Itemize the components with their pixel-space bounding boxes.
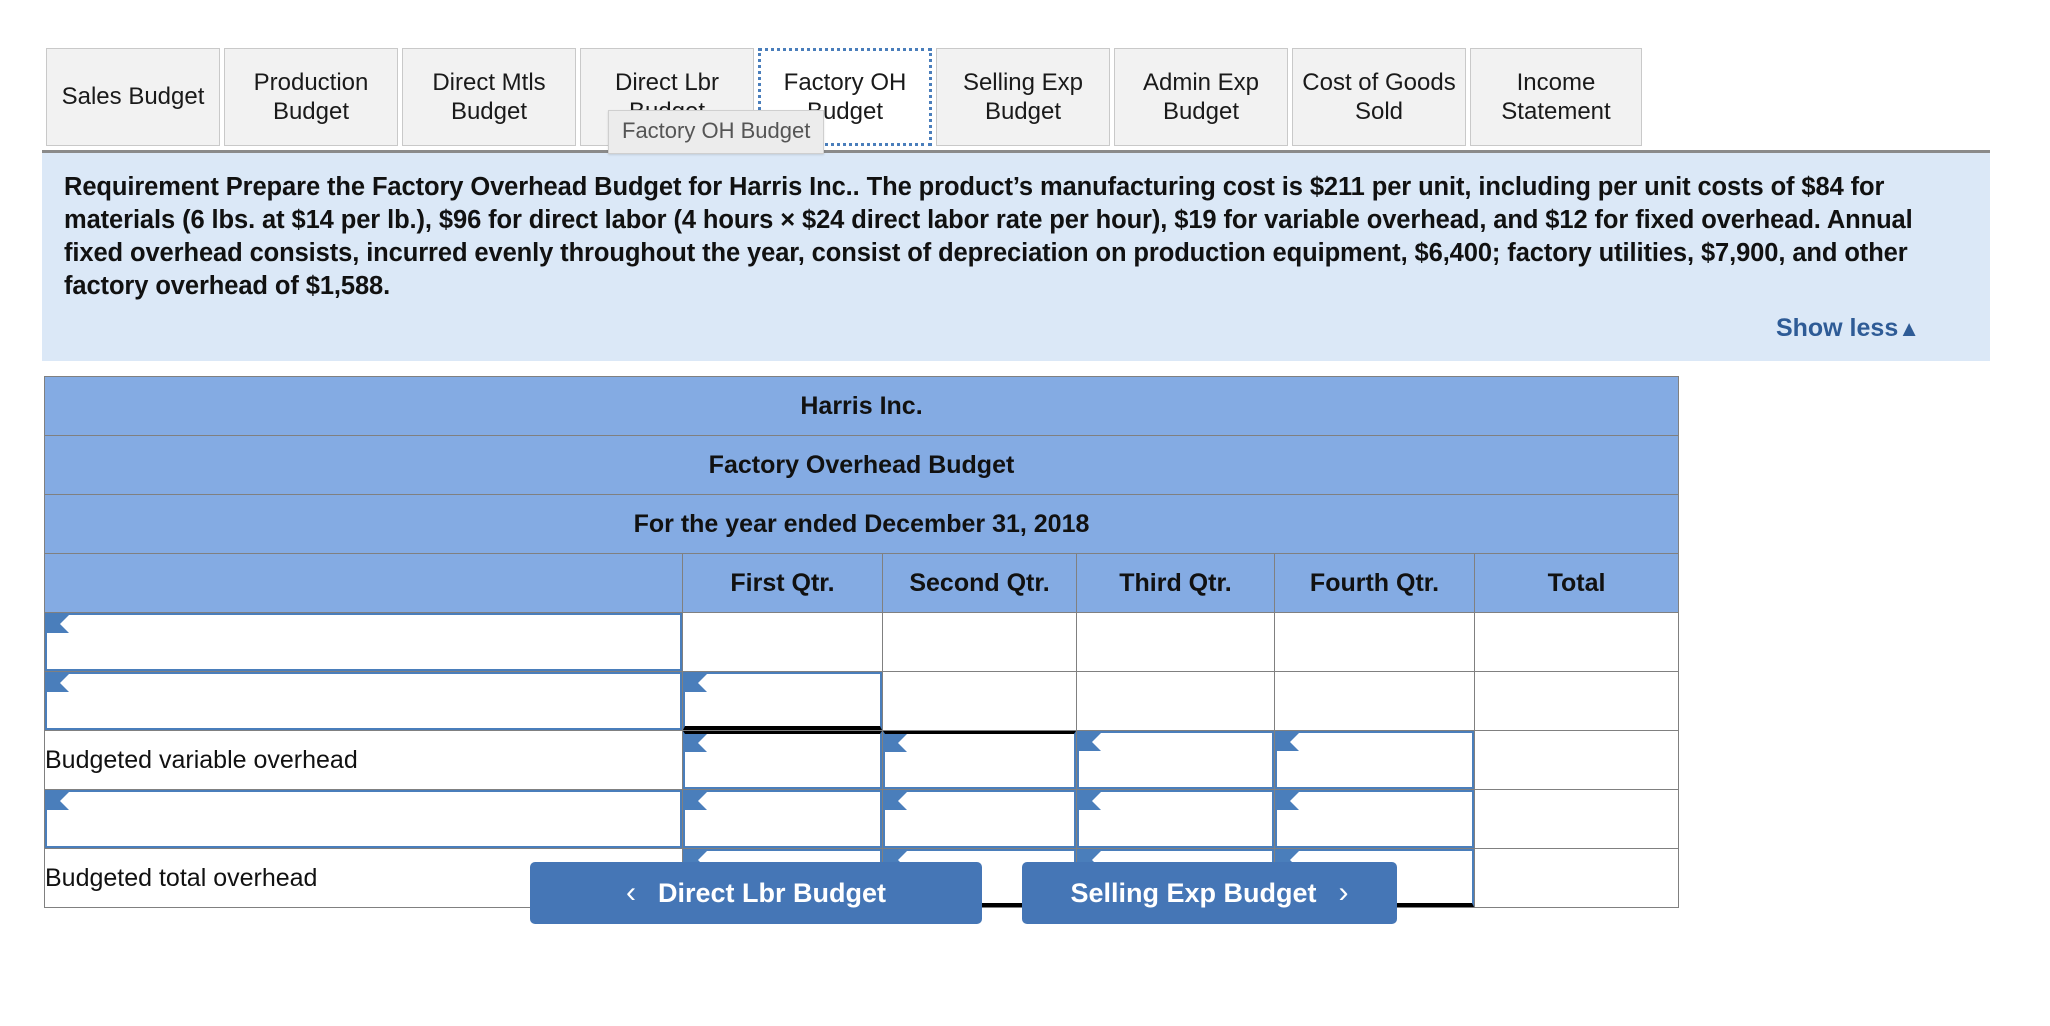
budget-navigation-bar: ‹ Direct Lbr Budget Selling Exp Budget › — [530, 862, 1397, 924]
row-2-second-qtr-cell — [882, 671, 1077, 731]
row-4-first-qtr-cell[interactable] — [682, 789, 883, 849]
column-header-third-qtr: Third Qtr. — [1076, 553, 1275, 613]
row-4-second-qtr-cell[interactable] — [882, 789, 1077, 849]
budget-tab-strip: Sales Budget Production Budget Direct Mt… — [46, 48, 1646, 146]
show-less-link[interactable]: Show less▲ — [1776, 314, 1920, 343]
tab-cost-of-goods-sold[interactable]: Cost of Goods Sold — [1292, 48, 1466, 146]
row-3-total-cell — [1474, 730, 1679, 790]
row-3-fourth-qtr-input[interactable] — [1275, 731, 1474, 789]
row-2-first-qtr-cell[interactable] — [682, 671, 883, 731]
tab-label: Selling Exp Budget — [962, 68, 1084, 125]
factory-overhead-budget-table: Harris Inc. Factory Overhead Budget For … — [44, 376, 1679, 908]
column-header-total: Total — [1474, 553, 1679, 613]
row-4-second-qtr-input[interactable] — [883, 790, 1076, 848]
tab-label: Production Budget — [253, 68, 369, 125]
tab-production-budget[interactable]: Production Budget — [224, 48, 398, 146]
tab-label: Sales Budget — [61, 83, 205, 111]
row-4-first-qtr-input[interactable] — [683, 790, 882, 848]
tab-admin-exp-budget[interactable]: Admin Exp Budget — [1114, 48, 1288, 146]
chevron-right-icon: › — [1338, 876, 1349, 909]
row-2-first-qtr-input[interactable] — [683, 672, 882, 730]
tab-tooltip: Factory OH Budget — [608, 110, 825, 154]
row-3-second-qtr-input[interactable] — [883, 731, 1076, 789]
table-row — [44, 789, 1679, 849]
show-less-label: Show less — [1775, 313, 1899, 342]
row-3-fourth-qtr-cell[interactable] — [1274, 730, 1475, 790]
row-1-label-cell[interactable] — [44, 612, 683, 672]
chevron-left-icon: ‹ — [625, 876, 636, 909]
row-4-third-qtr-input[interactable] — [1077, 790, 1274, 848]
page-root: Sales Budget Production Budget Direct Mt… — [0, 0, 2050, 1026]
caret-up-icon: ▲ — [1898, 315, 1920, 341]
row-2-label-input[interactable] — [45, 672, 682, 730]
column-header-second-qtr: Second Qtr. — [882, 553, 1077, 613]
table-company-name: Harris Inc. — [44, 376, 1679, 436]
row-5-total-cell — [1474, 848, 1679, 908]
tab-label: Income Statement — [1501, 68, 1611, 125]
table-period: For the year ended December 31, 2018 — [44, 494, 1679, 554]
prev-budget-label: Direct Lbr Budget — [657, 877, 886, 908]
tab-selling-exp-budget[interactable]: Selling Exp Budget — [936, 48, 1110, 146]
row-4-fourth-qtr-input[interactable] — [1275, 790, 1474, 848]
row-4-total-cell — [1474, 789, 1679, 849]
row-3-third-qtr-input[interactable] — [1077, 731, 1274, 789]
row-3-label: Budgeted variable overhead — [44, 730, 683, 790]
table-title-row-title: Factory Overhead Budget — [44, 435, 1679, 495]
tab-label: Direct Mtls Budget — [432, 68, 546, 125]
next-budget-button[interactable]: Selling Exp Budget › — [1022, 862, 1397, 924]
row-3-first-qtr-input[interactable] — [683, 731, 882, 789]
tab-label: Cost of Goods Sold — [1302, 68, 1456, 125]
row-1-total-cell — [1474, 612, 1679, 672]
row-3-third-qtr-cell[interactable] — [1076, 730, 1275, 790]
row-1-fourth-qtr-cell — [1274, 612, 1475, 672]
row-1-third-qtr-cell — [1076, 612, 1275, 672]
tab-label: Admin Exp Budget — [1142, 68, 1260, 125]
row-2-third-qtr-cell — [1076, 671, 1275, 731]
tab-sales-budget[interactable]: Sales Budget — [46, 48, 220, 146]
row-3-second-qtr-cell[interactable] — [882, 730, 1077, 790]
table-column-header-row: First Qtr. Second Qtr. Third Qtr. Fourth… — [44, 553, 1679, 613]
row-1-label-input[interactable] — [45, 613, 682, 671]
column-header-fourth-qtr: Fourth Qtr. — [1274, 553, 1475, 613]
table-row — [44, 671, 1679, 731]
row-4-label-input[interactable] — [45, 790, 682, 848]
column-header-first-qtr: First Qtr. — [682, 553, 883, 613]
requirement-panel: Requirement Prepare the Factory Overhead… — [42, 150, 1990, 361]
next-budget-label: Selling Exp Budget — [1070, 877, 1317, 908]
table-row: Budgeted variable overhead — [44, 730, 1679, 790]
row-2-fourth-qtr-cell — [1274, 671, 1475, 731]
tab-direct-mtls-budget[interactable]: Direct Mtls Budget — [402, 48, 576, 146]
tab-income-statement[interactable]: Income Statement — [1470, 48, 1642, 146]
row-3-first-qtr-cell[interactable] — [682, 730, 883, 790]
column-header-blank — [44, 553, 683, 613]
row-2-label-cell[interactable] — [44, 671, 683, 731]
row-4-label-cell[interactable] — [44, 789, 683, 849]
row-2-total-cell — [1474, 671, 1679, 731]
show-less-row: Show less▲ — [64, 304, 1968, 347]
table-title: Factory Overhead Budget — [44, 435, 1679, 495]
row-4-fourth-qtr-cell[interactable] — [1274, 789, 1475, 849]
table-title-row-company: Harris Inc. — [44, 376, 1679, 436]
row-4-third-qtr-cell[interactable] — [1076, 789, 1275, 849]
table-title-row-period: For the year ended December 31, 2018 — [44, 494, 1679, 554]
table-row — [44, 612, 1679, 672]
row-1-first-qtr-cell — [682, 612, 883, 672]
requirement-text: Requirement Prepare the Factory Overhead… — [64, 173, 1913, 301]
prev-budget-button[interactable]: ‹ Direct Lbr Budget — [530, 862, 982, 924]
row-1-second-qtr-cell — [882, 612, 1077, 672]
